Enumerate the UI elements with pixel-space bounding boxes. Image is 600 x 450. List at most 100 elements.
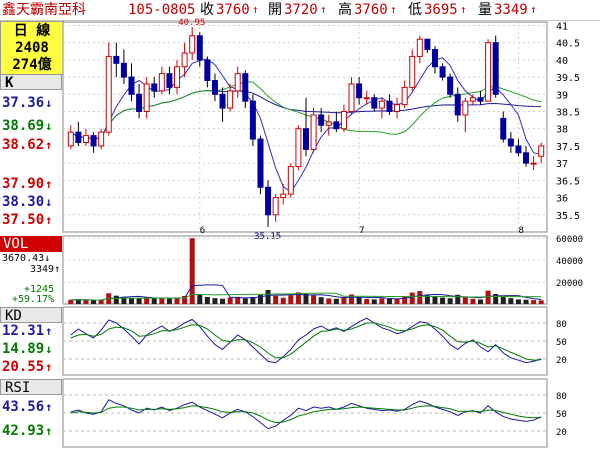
k-tick-label: 36: [556, 194, 568, 205]
volume-bar: [68, 299, 74, 304]
candle-body: [333, 121, 340, 130]
candle-body: [530, 162, 537, 165]
candle-body: [181, 52, 188, 68]
candle-body: [272, 197, 279, 216]
k-tick-label: 37.5: [556, 142, 580, 153]
candle-body: [409, 55, 416, 88]
kd-tick-label: 50: [556, 338, 567, 348]
volume-bar: [91, 300, 97, 304]
volume-bar: [371, 299, 377, 304]
candle-body: [318, 114, 325, 126]
candle-body: [90, 135, 97, 147]
candle-body: [325, 121, 332, 126]
candle-body: [151, 83, 158, 92]
candle-body: [295, 128, 302, 168]
volume-bar: [273, 295, 279, 304]
vol-tick-label: 60000: [556, 235, 583, 245]
extreme-price-label: 35.15: [254, 232, 281, 242]
volume-bar: [447, 298, 453, 304]
candle-body: [204, 59, 211, 82]
candle-body: [219, 93, 226, 109]
candle-body: [401, 86, 408, 106]
candle-body: [227, 90, 234, 109]
volume-bar: [394, 298, 400, 304]
k-tick-label: 37: [556, 159, 568, 170]
candle-body: [98, 131, 105, 147]
volume-bar: [326, 298, 332, 304]
volume-bar: [197, 295, 203, 304]
volume-bar: [311, 295, 317, 304]
volume-bar: [356, 297, 362, 304]
candle-body: [371, 97, 378, 109]
volume-bar: [333, 298, 339, 304]
volume-bar: [485, 290, 491, 304]
vol-tick-label: 40000: [556, 257, 583, 267]
candle-body: [386, 100, 393, 113]
candle-body: [136, 93, 143, 113]
volume-bar: [386, 298, 392, 304]
month-label: 7: [359, 226, 364, 236]
k-tick-label: 38.5: [556, 108, 580, 119]
month-label: 8: [518, 226, 523, 236]
candle-body: [394, 104, 401, 113]
volume-bar: [174, 298, 180, 304]
candle-body: [249, 100, 256, 140]
candle-body: [462, 100, 469, 116]
candle-body: [507, 138, 514, 147]
k-panel-frame: [62, 21, 548, 233]
candle-body: [82, 135, 89, 143]
candle-body: [523, 152, 530, 164]
k-tick-label: 36.5: [556, 176, 580, 187]
volume-bar: [280, 297, 286, 304]
price-chart-canvas: 35.5 36 36.5 37 37.5 38 38.5 39 39.5 40 40.5 41 6 7 8 4…: [62, 18, 583, 448]
stock-chart-window: 鑫天霸南亞科 105-0805 收 3760 ↑ 開 3720 ↑ 高 3760…: [0, 0, 600, 450]
volume-bar: [136, 298, 142, 304]
volume-bar: [470, 298, 476, 304]
candle-body: [196, 35, 203, 61]
candle-body: [234, 73, 241, 92]
candle-body: [538, 145, 545, 157]
extreme-price-label: 40.95: [178, 18, 205, 28]
k-tick-label: 35.5: [556, 211, 580, 222]
volume-bar: [538, 300, 544, 304]
candle-body: [363, 97, 370, 100]
volume-bar: [523, 299, 529, 304]
candle-body: [515, 145, 522, 154]
candle-body: [242, 73, 249, 102]
volume-bar: [341, 297, 347, 304]
candle-body: [105, 55, 112, 133]
volume-bar: [212, 298, 218, 304]
candle-body: [158, 73, 165, 92]
k-tick-label: 38: [556, 125, 568, 136]
candle-body: [257, 138, 264, 188]
candle-body: [485, 42, 492, 102]
candle-body: [424, 38, 431, 51]
rsi-tick-label: 50: [556, 410, 567, 420]
rsi-tick-label: 20: [556, 428, 567, 438]
candle-body: [174, 66, 181, 88]
volume-bar: [220, 298, 226, 304]
candle-body: [120, 62, 127, 78]
k-tick-label: 40: [556, 56, 568, 67]
candle-body: [477, 97, 484, 102]
k-tick-label: 39: [556, 90, 568, 101]
month-label: 6: [200, 226, 205, 236]
volume-bar: [265, 289, 271, 304]
volume-bar: [432, 296, 438, 304]
volume-bar: [166, 298, 172, 304]
candle-body: [447, 76, 454, 95]
volume-bar: [288, 295, 294, 304]
volume-bar: [508, 298, 514, 304]
candle-body: [431, 49, 438, 68]
volume-bar: [227, 297, 233, 304]
volume-bar: [204, 296, 210, 304]
candle-body: [348, 83, 355, 113]
volume-bar: [531, 300, 537, 304]
volume-bar: [151, 298, 157, 304]
volume-bar: [515, 299, 521, 304]
candle-body: [189, 35, 196, 54]
candle-body: [67, 131, 74, 147]
volume-bar: [417, 291, 423, 304]
candle-body: [500, 117, 507, 140]
candle-body: [340, 111, 347, 130]
